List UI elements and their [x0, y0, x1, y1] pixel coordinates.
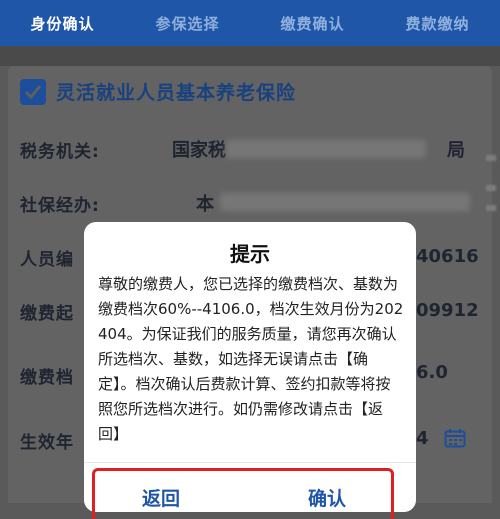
dialog-divider [84, 462, 416, 463]
back-button[interactable]: 返回 [142, 484, 180, 511]
edge-mark [486, 155, 496, 161]
confirm-dialog: 提示 尊敬的缴费人，您已选择的缴费档次、基数为缴费档次60%--4106.0，档… [84, 222, 416, 519]
step-tab-bar: 身份确认 参保选择 缴费确认 费款缴纳 [0, 0, 500, 46]
person-label: 人员编 [20, 250, 74, 270]
redaction-blur [226, 140, 426, 158]
tax-office-value-start: 国家税 [172, 140, 226, 161]
edge-mark [486, 205, 496, 211]
tab-insurance-select[interactable]: 参保选择 [125, 13, 250, 34]
overlay-strip [0, 46, 500, 66]
pay-level-value: 6.0 [416, 362, 448, 383]
tax-office-value-end: 局 [447, 140, 465, 161]
calendar-icon[interactable] [444, 428, 466, 448]
edge-mark [486, 185, 496, 191]
person-value: 40616 [416, 246, 479, 267]
tab-payment-confirm[interactable]: 缴费确认 [250, 13, 375, 34]
tax-office-label: 税务机关: [20, 142, 100, 162]
dialog-title: 提示 [230, 242, 270, 266]
pay-start-value: 09912 [416, 300, 479, 321]
confirm-button[interactable]: 确认 [308, 484, 346, 511]
dialog-message: 尊敬的缴费人，您已选择的缴费档次、基数为缴费档次60%--4106.0，档次生效… [98, 275, 404, 443]
effective-month-label: 生效年 [20, 433, 74, 453]
checked-icon[interactable] [20, 78, 46, 105]
tab-identity-confirm[interactable]: 身份确认 [0, 13, 125, 34]
insurance-title: 灵活就业人员基本养老保险 [56, 82, 297, 104]
pay-level-label: 缴费档 [20, 368, 74, 388]
insurance-option[interactable]: 灵活就业人员基本养老保险 [20, 78, 296, 105]
social-agency-label: 社保经办: [20, 196, 100, 216]
buttons-highlight-frame [92, 468, 394, 519]
pay-start-label: 缴费起 [20, 304, 74, 324]
redaction-blur [220, 193, 470, 211]
social-agency-value-start: 本 [196, 194, 214, 215]
effective-month-value: 4 [416, 428, 429, 449]
tab-fee-payment[interactable]: 费款缴纳 [375, 13, 500, 34]
